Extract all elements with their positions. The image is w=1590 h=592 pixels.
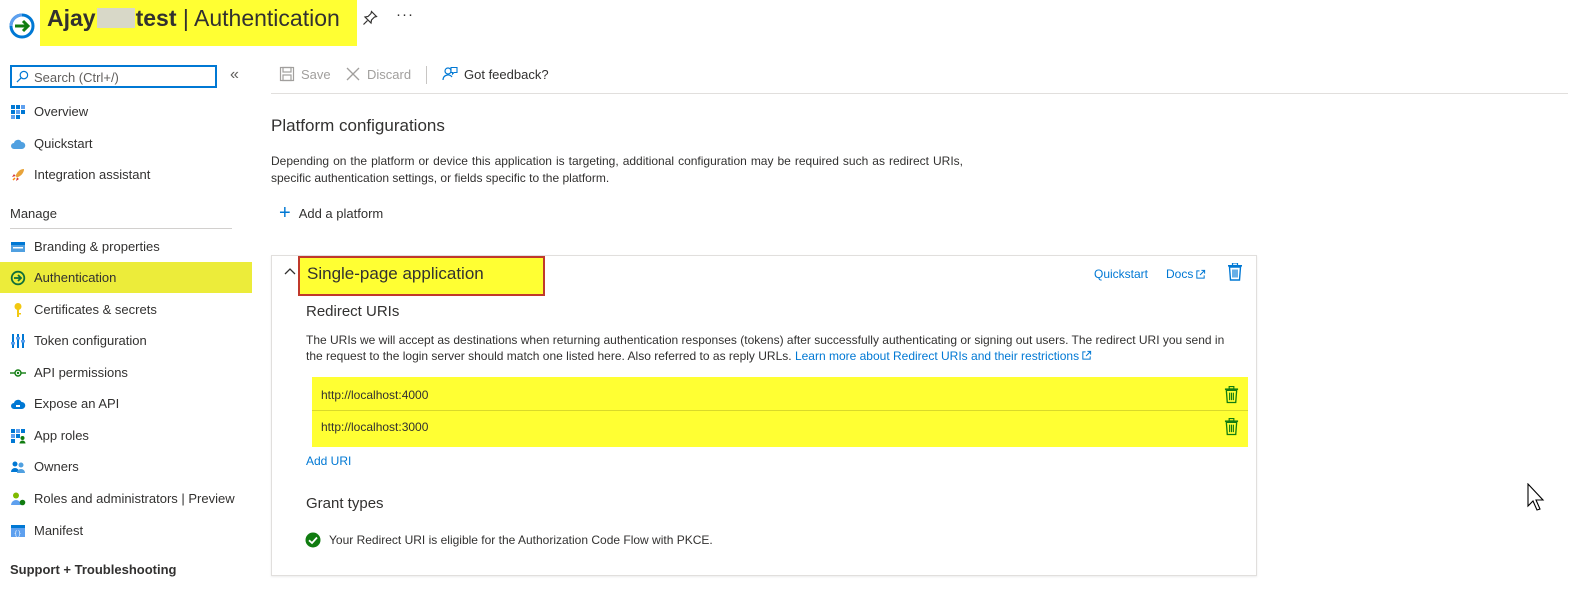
plus-icon: +: [279, 202, 291, 224]
close-icon: [346, 67, 360, 81]
discard-label: Discard: [367, 66, 412, 82]
feedback-label: Got feedback?: [464, 66, 549, 82]
sidebar-item-quickstart[interactable]: Quickstart: [0, 128, 252, 159]
api-permissions-icon: [10, 368, 26, 377]
toolbar-separator: [426, 66, 427, 84]
owners-icon: [11, 461, 25, 473]
sidebar-item-label: Token configuration: [34, 333, 147, 348]
app-name-start: Ajay: [47, 5, 96, 31]
sidebar-item-overview[interactable]: Overview: [0, 96, 252, 127]
save-button[interactable]: Save: [279, 66, 331, 82]
delete-uri-icon[interactable]: [1224, 418, 1239, 436]
sidebar-item-roles-administrators[interactable]: Roles and administrators | Preview: [0, 483, 252, 514]
sidebar-item-label: Integration assistant: [34, 167, 151, 182]
manifest-icon: {}: [11, 524, 25, 537]
sidebar-item-label: Expose an API: [34, 396, 120, 411]
sidebar-item-label: Branding & properties: [34, 239, 160, 254]
title-separator: |: [176, 5, 194, 31]
grant-types-title: Grant types: [306, 495, 384, 512]
add-platform-label: Add a platform: [298, 205, 384, 221]
sidebar-item-expose-api[interactable]: Expose an API: [0, 388, 252, 419]
sidebar-item-label: Roles and administrators | Preview: [34, 491, 235, 506]
docs-link[interactable]: Docs: [1166, 267, 1206, 281]
sidebar-item-manifest[interactable]: {} Manifest: [0, 515, 252, 546]
command-bar: Save Discard Got feedback?: [271, 58, 1568, 94]
app-registration-icon: [9, 13, 35, 39]
token-icon: [11, 333, 25, 348]
manage-section-label: Manage: [10, 206, 57, 221]
redirect-uris-description: The URIs we will accept as destinations …: [306, 332, 1236, 364]
sidebar-item-label: Authentication: [34, 270, 117, 285]
sidebar-item-label: Manifest: [34, 523, 84, 538]
sidebar-item-label: Overview: [34, 104, 89, 119]
header: Ajay test | Authentication ···: [0, 0, 1590, 50]
delete-uri-icon[interactable]: [1224, 386, 1239, 404]
roles-icon: [11, 492, 26, 505]
sidebar-item-authentication[interactable]: Authentication: [0, 262, 252, 293]
page-title: Ajay test | Authentication: [47, 5, 340, 32]
feedback-button[interactable]: Got feedback?: [442, 66, 549, 82]
docs-label: Docs: [1166, 267, 1194, 281]
save-icon: [279, 66, 295, 82]
redirect-uri-row[interactable]: http://localhost:4000: [312, 379, 1248, 411]
chevron-up-icon[interactable]: [284, 265, 296, 277]
redirect-uris-title: Redirect URIs: [306, 303, 400, 320]
cloud-api-icon: [11, 399, 26, 409]
card-title: Single-page application: [307, 264, 484, 283]
learn-more-link[interactable]: Learn more about Redirect URIs and their…: [795, 349, 1079, 363]
more-options-icon[interactable]: ···: [396, 6, 414, 23]
redirect-uri-value[interactable]: http://localhost:4000: [321, 388, 428, 402]
sidebar-item-label: Owners: [34, 459, 79, 474]
sidebar-item-api-permissions[interactable]: API permissions: [0, 357, 252, 388]
grant-types-status: Your Redirect URI is eligible for the Au…: [305, 532, 713, 548]
grant-types-message: Your Redirect URI is eligible for the Au…: [329, 533, 713, 547]
svg-text:{}: {}: [14, 530, 21, 537]
cloud-icon: [11, 139, 26, 149]
platform-description: Depending on the platform or device this…: [271, 154, 963, 185]
redirect-uri-row[interactable]: http://localhost:3000: [312, 411, 1248, 443]
add-uri-link[interactable]: Add URI: [306, 454, 351, 468]
platform-configurations-title: Platform configurations: [271, 116, 445, 135]
discard-button[interactable]: Discard: [345, 66, 411, 82]
collapse-sidebar-button[interactable]: «: [230, 66, 239, 84]
external-link-icon: [1196, 269, 1206, 279]
authentication-icon: [10, 270, 26, 285]
branding-icon: [11, 241, 25, 252]
support-section-label: Support + Troubleshooting: [10, 562, 177, 577]
success-check-icon: [305, 532, 321, 548]
app-roles-icon: [11, 428, 26, 443]
sidebar-item-label: API permissions: [34, 365, 128, 380]
mouse-cursor-icon: [1527, 483, 1545, 511]
sidebar-item-integration-assistant[interactable]: Integration assistant: [0, 159, 252, 190]
search-box[interactable]: [10, 65, 217, 88]
search-input[interactable]: [34, 68, 214, 86]
redacted-name: [96, 8, 135, 28]
sidebar-item-label: Certificates & secrets: [34, 302, 157, 317]
sidebar-item-branding[interactable]: Branding & properties: [0, 231, 252, 262]
key-icon: [14, 302, 22, 317]
quickstart-link[interactable]: Quickstart: [1094, 267, 1148, 281]
search-icon: [16, 70, 29, 83]
section-divider: [10, 228, 232, 229]
grid-icon: [11, 104, 25, 119]
sidebar-item-label: Quickstart: [34, 136, 93, 151]
delete-platform-icon[interactable]: [1227, 263, 1243, 281]
app-name-end: test: [135, 5, 177, 31]
sidebar-item-owners[interactable]: Owners: [0, 451, 252, 482]
add-platform-button[interactable]: + Add a platform: [279, 202, 384, 224]
feedback-icon: [442, 66, 458, 81]
sidebar-item-label: App roles: [34, 428, 89, 443]
sidebar-item-certificates[interactable]: Certificates & secrets: [0, 294, 252, 325]
sidebar-item-token-configuration[interactable]: Token configuration: [0, 325, 252, 356]
sidebar-item-app-roles[interactable]: App roles: [0, 420, 252, 451]
pin-icon[interactable]: [362, 10, 378, 26]
redirect-uri-value[interactable]: http://localhost:3000: [321, 420, 428, 434]
external-link-icon: [1082, 350, 1092, 360]
rocket-icon: [12, 168, 24, 181]
page-name: Authentication: [194, 5, 340, 31]
save-label: Save: [301, 66, 331, 82]
